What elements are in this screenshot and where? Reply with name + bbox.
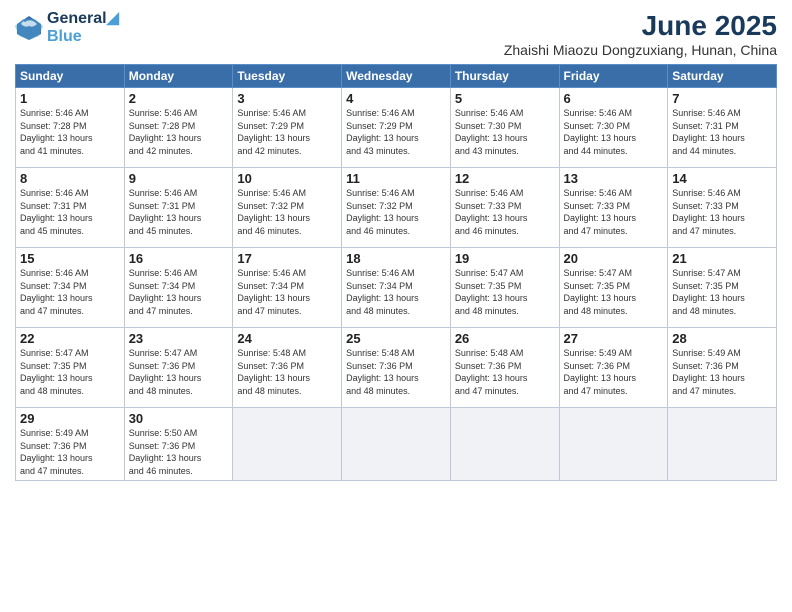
- day-empty-4-5: [559, 408, 668, 481]
- col-wednesday: Wednesday: [342, 65, 451, 88]
- day-6: 6Sunrise: 5:46 AMSunset: 7:30 PMDaylight…: [559, 88, 668, 168]
- day-13: 13Sunrise: 5:46 AMSunset: 7:33 PMDayligh…: [559, 168, 668, 248]
- day-8: 8Sunrise: 5:46 AMSunset: 7:31 PMDaylight…: [16, 168, 125, 248]
- day-9: 9Sunrise: 5:46 AMSunset: 7:31 PMDaylight…: [124, 168, 233, 248]
- col-monday: Monday: [124, 65, 233, 88]
- day-11: 11Sunrise: 5:46 AMSunset: 7:32 PMDayligh…: [342, 168, 451, 248]
- day-14: 14Sunrise: 5:46 AMSunset: 7:33 PMDayligh…: [668, 168, 777, 248]
- calendar-row-5: 29Sunrise: 5:49 AMSunset: 7:36 PMDayligh…: [16, 408, 777, 481]
- day-12: 12Sunrise: 5:46 AMSunset: 7:33 PMDayligh…: [450, 168, 559, 248]
- day-4: 4Sunrise: 5:46 AMSunset: 7:29 PMDaylight…: [342, 88, 451, 168]
- day-3: 3Sunrise: 5:46 AMSunset: 7:29 PMDaylight…: [233, 88, 342, 168]
- day-25: 25Sunrise: 5:48 AMSunset: 7:36 PMDayligh…: [342, 328, 451, 408]
- day-30: 30Sunrise: 5:50 AMSunset: 7:36 PMDayligh…: [124, 408, 233, 481]
- day-19: 19Sunrise: 5:47 AMSunset: 7:35 PMDayligh…: [450, 248, 559, 328]
- day-28: 28Sunrise: 5:49 AMSunset: 7:36 PMDayligh…: [668, 328, 777, 408]
- day-27: 27Sunrise: 5:49 AMSunset: 7:36 PMDayligh…: [559, 328, 668, 408]
- location-title: Zhaishi Miaozu Dongzuxiang, Hunan, China: [504, 42, 777, 58]
- day-10: 10Sunrise: 5:46 AMSunset: 7:32 PMDayligh…: [233, 168, 342, 248]
- logo: General◢ Blue: [15, 10, 119, 45]
- day-18: 18Sunrise: 5:46 AMSunset: 7:34 PMDayligh…: [342, 248, 451, 328]
- day-empty-4-6: [668, 408, 777, 481]
- day-5: 5Sunrise: 5:46 AMSunset: 7:30 PMDaylight…: [450, 88, 559, 168]
- day-20: 20Sunrise: 5:47 AMSunset: 7:35 PMDayligh…: [559, 248, 668, 328]
- month-title: June 2025: [504, 10, 777, 42]
- col-sunday: Sunday: [16, 65, 125, 88]
- day-15: 15Sunrise: 5:46 AMSunset: 7:34 PMDayligh…: [16, 248, 125, 328]
- day-29: 29Sunrise: 5:49 AMSunset: 7:36 PMDayligh…: [16, 408, 125, 481]
- calendar-row-1: 1Sunrise: 5:46 AMSunset: 7:28 PMDaylight…: [16, 88, 777, 168]
- day-empty-4-3: [342, 408, 451, 481]
- logo-text: General◢ Blue: [47, 10, 119, 45]
- day-23: 23Sunrise: 5:47 AMSunset: 7:36 PMDayligh…: [124, 328, 233, 408]
- page: General◢ Blue June 2025 Zhaishi Miaozu D…: [0, 0, 792, 612]
- day-7: 7Sunrise: 5:46 AMSunset: 7:31 PMDaylight…: [668, 88, 777, 168]
- calendar-table: Sunday Monday Tuesday Wednesday Thursday…: [15, 64, 777, 481]
- calendar-header-row: Sunday Monday Tuesday Wednesday Thursday…: [16, 65, 777, 88]
- day-16: 16Sunrise: 5:46 AMSunset: 7:34 PMDayligh…: [124, 248, 233, 328]
- day-22: 22Sunrise: 5:47 AMSunset: 7:35 PMDayligh…: [16, 328, 125, 408]
- col-friday: Friday: [559, 65, 668, 88]
- day-24: 24Sunrise: 5:48 AMSunset: 7:36 PMDayligh…: [233, 328, 342, 408]
- day-26: 26Sunrise: 5:48 AMSunset: 7:36 PMDayligh…: [450, 328, 559, 408]
- day-17: 17Sunrise: 5:46 AMSunset: 7:34 PMDayligh…: [233, 248, 342, 328]
- calendar-row-3: 15Sunrise: 5:46 AMSunset: 7:34 PMDayligh…: [16, 248, 777, 328]
- col-saturday: Saturday: [668, 65, 777, 88]
- header: General◢ Blue June 2025 Zhaishi Miaozu D…: [15, 10, 777, 58]
- day-empty-4-2: [233, 408, 342, 481]
- day-1: 1Sunrise: 5:46 AMSunset: 7:28 PMDaylight…: [16, 88, 125, 168]
- day-2: 2Sunrise: 5:46 AMSunset: 7:28 PMDaylight…: [124, 88, 233, 168]
- col-thursday: Thursday: [450, 65, 559, 88]
- calendar-row-4: 22Sunrise: 5:47 AMSunset: 7:35 PMDayligh…: [16, 328, 777, 408]
- day-21: 21Sunrise: 5:47 AMSunset: 7:35 PMDayligh…: [668, 248, 777, 328]
- col-tuesday: Tuesday: [233, 65, 342, 88]
- title-block: June 2025 Zhaishi Miaozu Dongzuxiang, Hu…: [504, 10, 777, 58]
- logo-icon: [15, 14, 43, 42]
- day-empty-4-4: [450, 408, 559, 481]
- calendar-row-2: 8Sunrise: 5:46 AMSunset: 7:31 PMDaylight…: [16, 168, 777, 248]
